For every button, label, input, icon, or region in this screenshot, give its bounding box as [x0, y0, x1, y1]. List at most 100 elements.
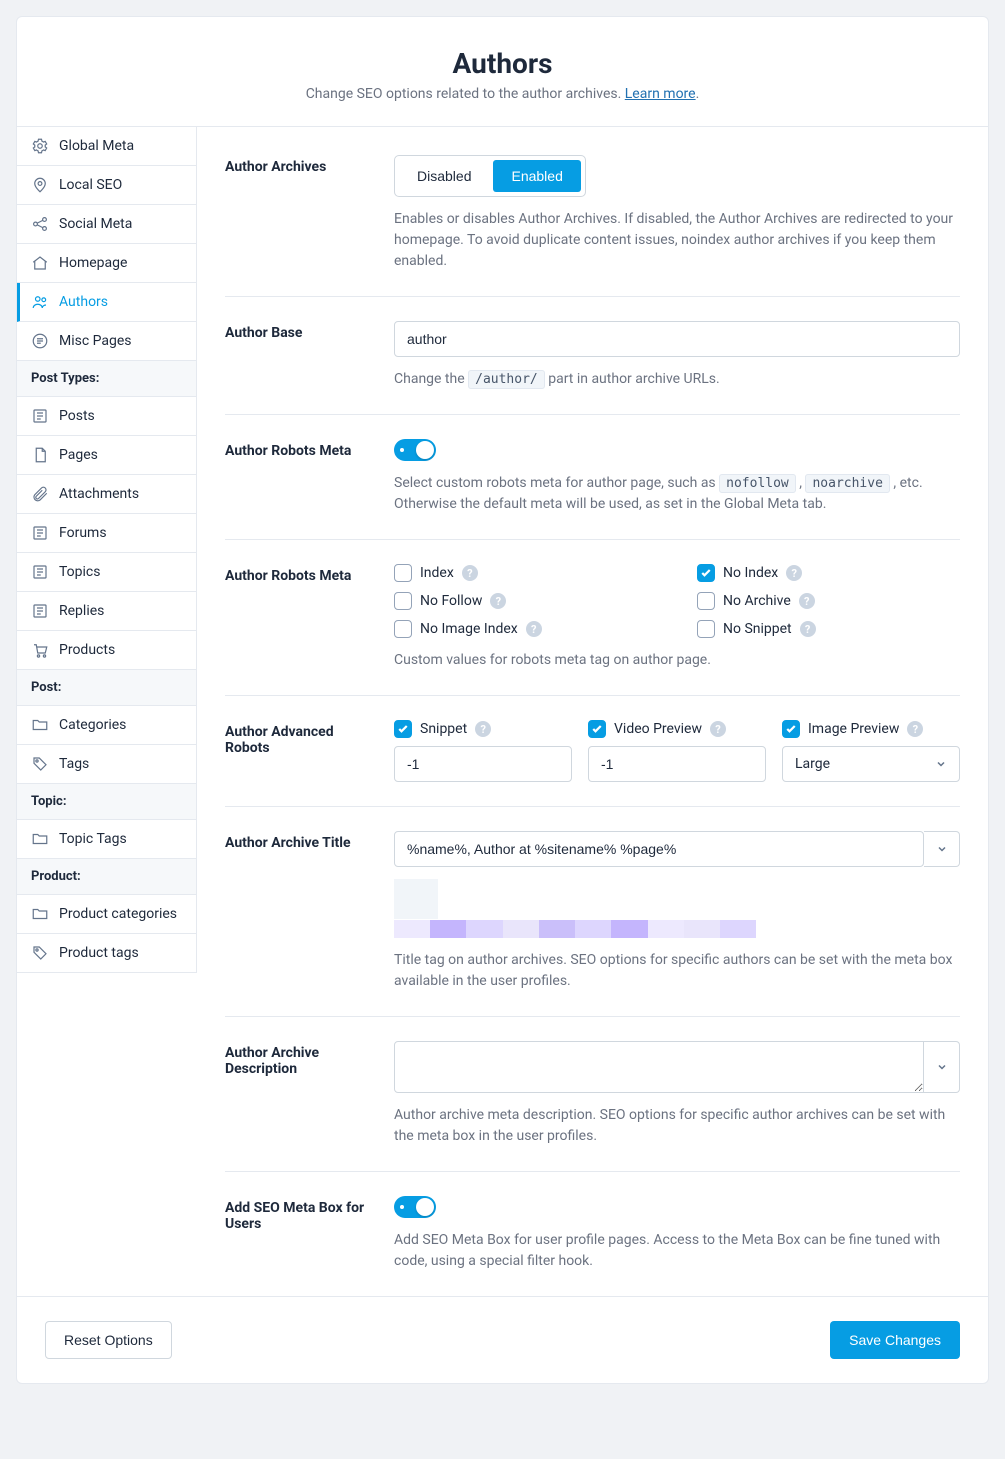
sidebar-item-tags[interactable]: Tags	[17, 745, 196, 784]
sidebar-item-label: Social Meta	[59, 216, 132, 232]
no-index-checkbox[interactable]	[697, 564, 715, 582]
sidebar-item-label: Posts	[59, 408, 95, 424]
post-icon	[31, 563, 49, 581]
chevron-down-icon	[935, 758, 947, 770]
users-icon	[31, 293, 49, 311]
robots-meta-toggle[interactable]	[394, 439, 436, 461]
sidebar-item-topics[interactable]: Topics	[17, 553, 196, 592]
tag-icon	[31, 755, 49, 773]
no-follow-checkbox[interactable]	[394, 592, 412, 610]
author-base-code: /author/	[468, 370, 545, 389]
sidebar-item-categories[interactable]: Categories	[17, 706, 196, 745]
archives-disabled-button[interactable]: Disabled	[399, 160, 489, 192]
no-image-index-checkbox[interactable]	[394, 620, 412, 638]
seo-box-desc: Add SEO Meta Box for user profile pages.…	[394, 1230, 960, 1272]
sidebar-heading: Topic:	[17, 784, 196, 820]
chevron-down-icon	[936, 1061, 948, 1073]
sidebar-item-global-meta[interactable]: Global Meta	[17, 127, 196, 166]
archive-title-dropdown[interactable]	[924, 831, 960, 867]
sidebar-item-label: Product tags	[59, 945, 139, 961]
home-icon	[31, 254, 49, 272]
robots-checks-desc: Custom values for robots meta tag on aut…	[394, 650, 960, 671]
help-icon[interactable]: ?	[907, 721, 923, 737]
sidebar-item-forums[interactable]: Forums	[17, 514, 196, 553]
sidebar-item-pages[interactable]: Pages	[17, 436, 196, 475]
pin-icon	[31, 176, 49, 194]
help-icon[interactable]: ?	[710, 721, 726, 737]
snippet-checkbox[interactable]	[394, 720, 412, 738]
sidebar-item-attachments[interactable]: Attachments	[17, 475, 196, 514]
folder-icon	[31, 830, 49, 848]
archives-desc: Enables or disables Author Archives. If …	[394, 209, 960, 272]
sidebar-item-label: Homepage	[59, 255, 127, 271]
sidebar-item-posts[interactable]: Posts	[17, 397, 196, 436]
sidebar-item-authors[interactable]: Authors	[17, 283, 196, 322]
sidebar-item-label: Product categories	[59, 906, 177, 922]
list-icon	[31, 332, 49, 350]
main-panel: Author Archives Disabled Enabled Enables…	[197, 127, 988, 1296]
save-button[interactable]: Save Changes	[830, 1321, 960, 1359]
no-snippet-checkbox[interactable]	[697, 620, 715, 638]
archive-desc-label: Author Archive Description	[225, 1041, 370, 1147]
page-title: Authors	[41, 47, 964, 80]
archives-enabled-button[interactable]: Enabled	[493, 160, 580, 192]
learn-more-link[interactable]: Learn more	[625, 86, 696, 102]
no-archive-checkbox[interactable]	[697, 592, 715, 610]
help-icon[interactable]: ?	[526, 621, 542, 637]
clip-icon	[31, 485, 49, 503]
chevron-down-icon	[936, 843, 948, 855]
archive-title-label: Author Archive Title	[225, 831, 370, 992]
sidebar-item-label: Attachments	[59, 486, 139, 502]
sidebar-item-product-tags[interactable]: Product tags	[17, 934, 196, 973]
help-icon[interactable]: ?	[490, 593, 506, 609]
folder-icon	[31, 905, 49, 923]
image-preview-select[interactable]: Large	[782, 746, 960, 782]
sidebar-item-label: Products	[59, 642, 115, 658]
sidebar-item-homepage[interactable]: Homepage	[17, 244, 196, 283]
sidebar-heading: Product:	[17, 859, 196, 895]
page-icon	[31, 446, 49, 464]
sidebar-item-replies[interactable]: Replies	[17, 592, 196, 631]
sidebar-item-products[interactable]: Products	[17, 631, 196, 670]
adv-robots-label: Author Advanced Robots	[225, 720, 370, 782]
video-preview-input[interactable]	[588, 746, 766, 782]
settings-card: Authors Change SEO options related to th…	[16, 16, 989, 1384]
title-preview	[394, 879, 960, 938]
help-icon[interactable]: ?	[462, 565, 478, 581]
post-icon	[31, 602, 49, 620]
snippet-input[interactable]	[394, 746, 572, 782]
sidebar-item-label: Global Meta	[59, 138, 134, 154]
sidebar-item-label: Categories	[59, 717, 126, 733]
sidebar-item-label: Misc Pages	[59, 333, 132, 349]
sidebar-item-label: Tags	[59, 756, 89, 772]
help-icon[interactable]: ?	[799, 593, 815, 609]
archive-desc-dropdown[interactable]	[924, 1041, 960, 1093]
seo-box-toggle[interactable]	[394, 1196, 436, 1218]
sidebar-item-label: Forums	[59, 525, 107, 541]
sidebar: Global Meta Local SEO Social Meta Homepage A…	[17, 127, 197, 973]
help-icon[interactable]: ?	[800, 621, 816, 637]
sidebar-item-topic-tags[interactable]: Topic Tags	[17, 820, 196, 859]
archives-toggle-group: Disabled Enabled	[394, 155, 586, 197]
index-checkbox[interactable]	[394, 564, 412, 582]
sidebar-item-label: Authors	[59, 294, 108, 310]
archive-title-input[interactable]	[394, 831, 924, 867]
sidebar-item-label: Replies	[59, 603, 104, 619]
share-icon	[31, 215, 49, 233]
sidebar-item-local-seo[interactable]: Local SEO	[17, 166, 196, 205]
footer-bar: Reset Options Save Changes	[17, 1296, 988, 1383]
author-base-input[interactable]	[394, 321, 960, 357]
video-preview-checkbox[interactable]	[588, 720, 606, 738]
reset-button[interactable]: Reset Options	[45, 1321, 172, 1359]
cart-icon	[31, 641, 49, 659]
base-label: Author Base	[225, 321, 370, 390]
sidebar-item-social-meta[interactable]: Social Meta	[17, 205, 196, 244]
post-icon	[31, 407, 49, 425]
image-preview-checkbox[interactable]	[782, 720, 800, 738]
archive-desc-input[interactable]	[394, 1041, 924, 1093]
tag-icon	[31, 944, 49, 962]
sidebar-item-product-categories[interactable]: Product categories	[17, 895, 196, 934]
sidebar-item-misc-pages[interactable]: Misc Pages	[17, 322, 196, 361]
help-icon[interactable]: ?	[475, 721, 491, 737]
help-icon[interactable]: ?	[786, 565, 802, 581]
